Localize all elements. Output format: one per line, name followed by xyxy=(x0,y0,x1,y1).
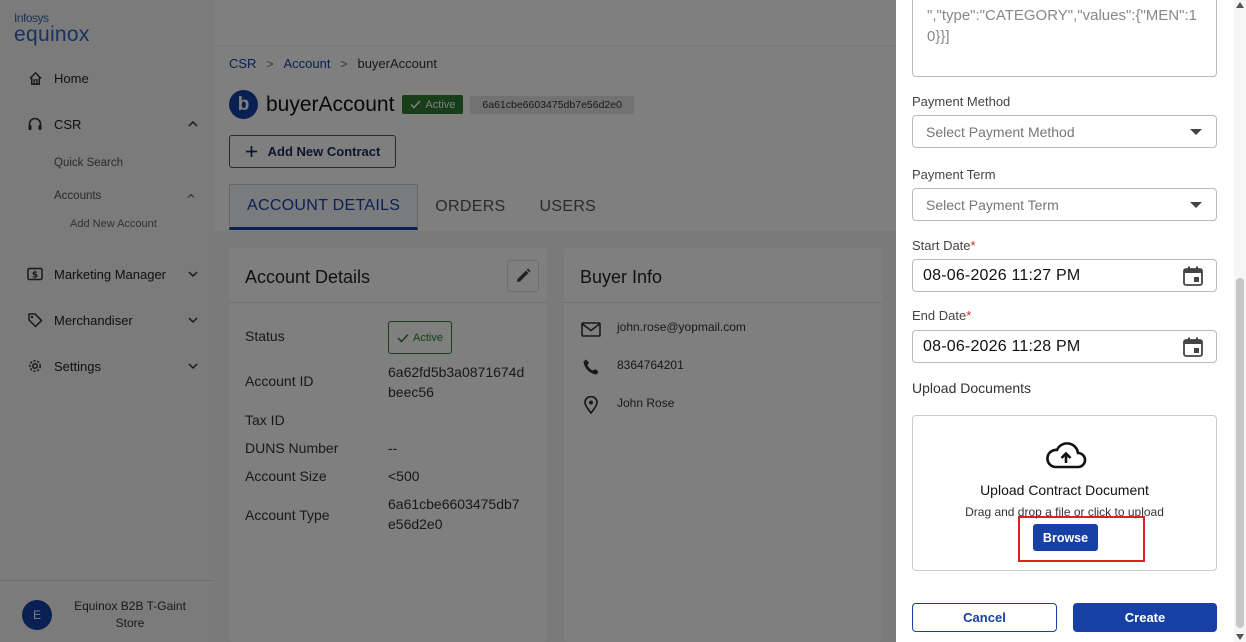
rules-textarea[interactable]: ","type":"CATEGORY","values":{"MEN":10}}… xyxy=(912,0,1217,77)
payment-method-placeholder: Select Payment Method xyxy=(926,123,1075,140)
cancel-button[interactable]: Cancel xyxy=(912,603,1057,632)
payment-term-select[interactable]: Select Payment Term xyxy=(912,188,1217,221)
scroll-down-arrow-icon[interactable] xyxy=(1236,634,1244,640)
dropdown-arrow-icon xyxy=(1190,202,1202,208)
payment-method-select[interactable]: Select Payment Method xyxy=(912,115,1217,148)
end-date-label: End Date* xyxy=(912,308,971,323)
upload-dropzone[interactable]: Upload Contract Document Drag and drop a… xyxy=(912,415,1217,571)
modal-backdrop[interactable] xyxy=(0,0,896,642)
start-date-label-text: Start Date xyxy=(912,238,971,253)
end-date-value: 08-06-2026 11:28 PM xyxy=(923,337,1081,355)
start-date-field[interactable]: 08-06-2026 11:27 PM xyxy=(912,259,1217,292)
scrollbar-thumb[interactable] xyxy=(1236,278,1244,628)
required-mark: * xyxy=(970,238,976,253)
end-date-label-text: End Date xyxy=(912,308,967,323)
end-date-field[interactable]: 08-06-2026 11:28 PM xyxy=(912,330,1217,363)
scroll-up-arrow-icon[interactable] xyxy=(1236,2,1244,8)
upload-title: Upload Contract Document xyxy=(980,482,1149,498)
start-date-label: Start Date* xyxy=(912,238,976,253)
payment-term-label: Payment Term xyxy=(912,167,996,182)
upload-documents-label: Upload Documents xyxy=(912,380,1032,396)
required-mark: * xyxy=(966,308,972,323)
calendar-icon[interactable] xyxy=(1182,336,1204,358)
dropdown-arrow-icon xyxy=(1190,129,1202,135)
add-contract-drawer: ","type":"CATEGORY","values":{"MEN":10}}… xyxy=(896,0,1246,642)
browse-button[interactable]: Browse xyxy=(1033,524,1098,551)
payment-method-label: Payment Method xyxy=(912,94,1011,109)
create-button[interactable]: Create xyxy=(1073,603,1217,632)
scrollbar[interactable] xyxy=(1234,0,1246,642)
rules-textarea-text: ","type":"CATEGORY","values":{"MEN":10}}… xyxy=(927,7,1197,45)
calendar-icon[interactable] xyxy=(1182,265,1204,287)
cloud-upload-icon xyxy=(1046,442,1087,469)
start-date-value: 08-06-2026 11:27 PM xyxy=(923,266,1081,284)
payment-term-placeholder: Select Payment Term xyxy=(926,196,1059,213)
